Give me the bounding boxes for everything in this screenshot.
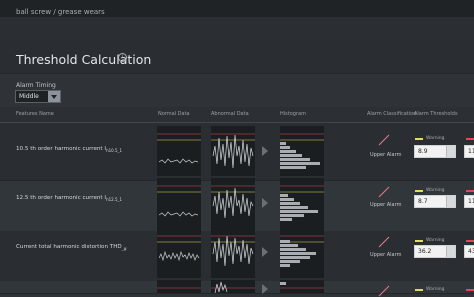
abnormal-data-plot	[211, 126, 255, 176]
critical-indicator	[466, 240, 474, 242]
warning-label: Warning	[426, 188, 445, 193]
alarm-timing-value: Middle	[19, 93, 39, 100]
alarm-classification: Upper Alarm	[370, 252, 402, 258]
critical-indicator	[466, 190, 474, 192]
warning-threshold-input[interactable]: 8.9	[414, 145, 456, 158]
critical-threshold-input[interactable]: 43	[464, 245, 474, 258]
alarm-timing-select[interactable]: Middle	[15, 90, 61, 103]
table-header: Features Name Normal Data Abnormal Data …	[0, 107, 474, 123]
breadcrumb[interactable]: ball screw / grease wears	[16, 8, 105, 16]
arrow-right-icon	[262, 146, 268, 156]
histogram-plot	[280, 126, 324, 176]
warning-indicator	[415, 289, 423, 291]
warning-indicator	[415, 190, 423, 192]
stepper-icon[interactable]	[446, 146, 455, 157]
stepper-icon[interactable]	[446, 246, 455, 257]
alarm-timing-label: Alarm Timing	[16, 82, 56, 89]
warning-indicator	[415, 138, 423, 140]
upper-alarm-icon	[378, 134, 390, 146]
warning-label: Warning	[426, 238, 445, 243]
critical-threshold-input[interactable]: 11	[464, 195, 474, 208]
histogram-plot	[280, 178, 324, 228]
arrow-right-icon	[262, 198, 268, 208]
alarm-classification: Upper Alarm	[370, 152, 402, 158]
header-normal: Normal Data	[158, 111, 190, 117]
page-title: Threshold Calculation	[16, 52, 152, 67]
normal-data-plot	[157, 228, 201, 278]
header-alarm-class: Alarm Classification	[367, 111, 417, 117]
normal-data-plot	[157, 280, 201, 293]
upper-alarm-icon	[378, 236, 390, 248]
normal-data-plot	[157, 178, 201, 228]
feature-name: 10.5 th order harmonic current Ih10.5_1	[16, 146, 123, 154]
header-abnormal: Abnormal Data	[211, 111, 249, 117]
critical-indicator	[466, 138, 474, 140]
warning-label: Warning	[426, 287, 445, 292]
warning-indicator	[415, 240, 423, 242]
warning-threshold-input[interactable]: 8.7	[414, 195, 456, 208]
chevron-down-icon[interactable]	[48, 91, 60, 102]
alarm-classification: Upper Alarm	[370, 202, 402, 208]
abnormal-data-plot	[211, 280, 255, 293]
critical-threshold-input[interactable]: 11	[464, 145, 474, 158]
header-features: Features Name	[16, 111, 54, 117]
feature-name: Current total harmonic distortion THD_ψ	[16, 244, 127, 252]
stepper-icon[interactable]	[446, 196, 455, 207]
critical-indicator	[466, 289, 474, 291]
warning-threshold-input[interactable]: 36.2	[414, 245, 456, 258]
arrow-right-icon	[262, 247, 268, 257]
feature-name: 12.5 th order harmonic current Ih12.5_1	[16, 195, 123, 203]
upper-alarm-icon	[378, 285, 390, 297]
breadcrumb-bar	[0, 17, 474, 41]
histogram-plot	[280, 228, 324, 278]
header-histogram: Histogram	[280, 111, 306, 117]
abnormal-data-plot	[211, 178, 255, 228]
header-thresholds: Alarm Thresholds	[414, 111, 458, 117]
warning-label: Warning	[426, 136, 445, 141]
abnormal-data-plot	[211, 228, 255, 278]
info-icon[interactable]: i	[118, 53, 127, 62]
upper-alarm-icon	[378, 186, 390, 198]
normal-data-plot	[157, 126, 201, 176]
histogram-plot	[280, 280, 324, 293]
